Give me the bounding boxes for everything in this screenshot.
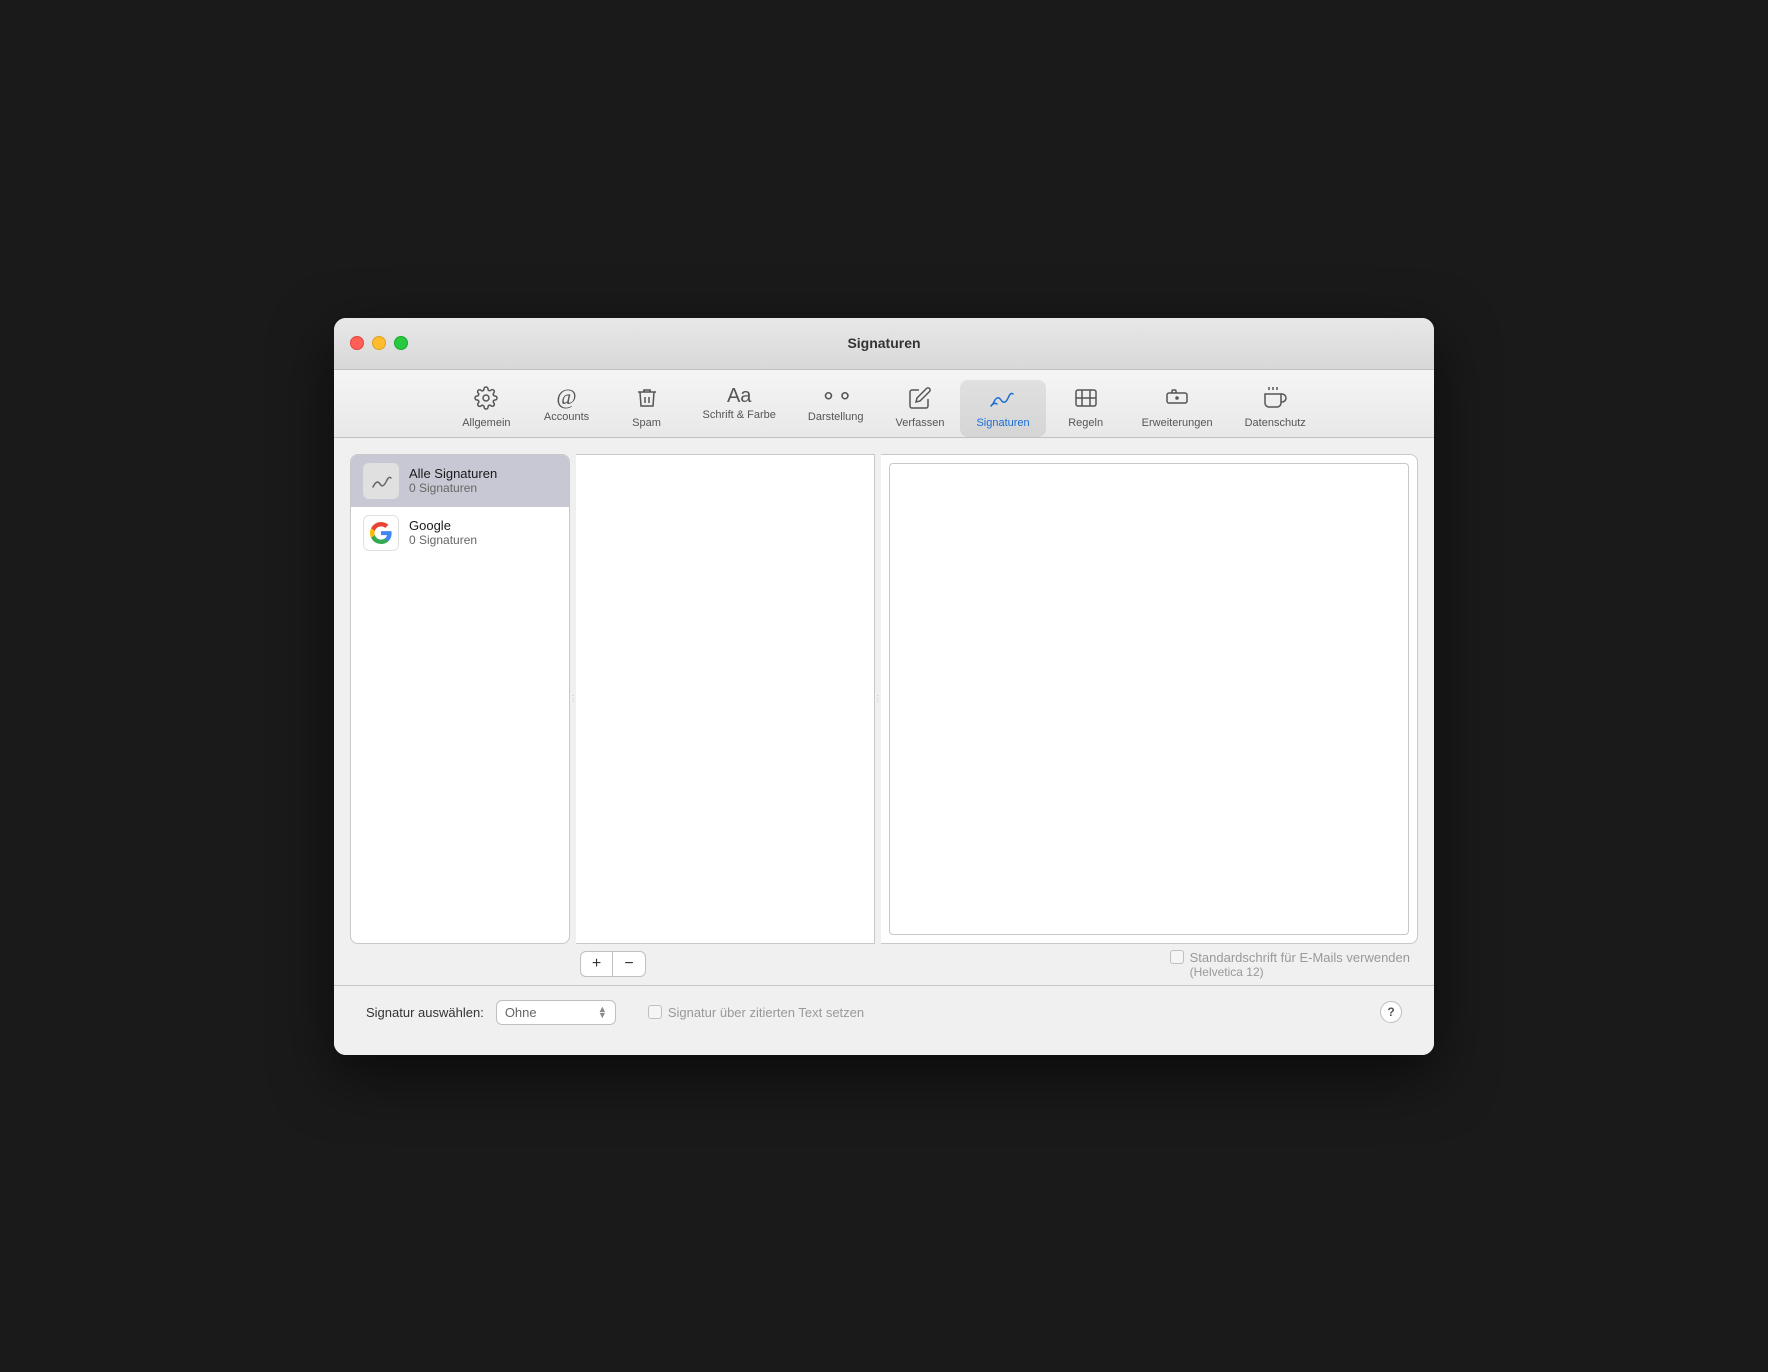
tab-verfassen[interactable]: Verfassen [880, 380, 961, 437]
tab-erweiterungen-label: Erweiterungen [1142, 417, 1213, 429]
font-option-row: Standardschrift für E-Mails verwenden [1170, 950, 1410, 965]
privacy-icon [1263, 386, 1287, 414]
tab-signaturen-label: Signaturen [976, 417, 1029, 429]
gear-icon [474, 386, 498, 414]
signatures-panel [576, 454, 875, 944]
main-window: Signaturen Allgemein @ Accounts [334, 318, 1434, 1055]
accounts-panel: Alle Signaturen 0 Signaturen [350, 454, 570, 944]
quoted-text-checkbox[interactable] [648, 1005, 662, 1019]
toolbar: Allgemein @ Accounts Spam [334, 370, 1434, 438]
maximize-button[interactable] [394, 336, 408, 350]
tab-regeln-label: Regeln [1068, 417, 1103, 429]
tab-erweiterungen[interactable]: Erweiterungen [1126, 380, 1229, 437]
footer-checkbox-row: Signatur über zitierten Text setzen [648, 1005, 864, 1020]
glasses-icon: ⚬⚬ [819, 386, 852, 408]
remove-signature-button[interactable]: − [613, 952, 645, 976]
all-signatures-name: Alle Signaturen [409, 466, 497, 481]
tab-accounts[interactable]: @ Accounts [527, 380, 607, 437]
all-signatures-count: 0 Signaturen [409, 481, 497, 495]
tab-verfassen-label: Verfassen [896, 417, 945, 429]
traffic-lights [350, 336, 408, 350]
font-option: Standardschrift für E-Mails verwenden (H… [1170, 950, 1410, 979]
window-title: Signaturen [847, 335, 920, 351]
quoted-text-label: Signatur über zitierten Text setzen [668, 1005, 864, 1020]
main-content: Alle Signaturen 0 Signaturen [334, 438, 1434, 1055]
tab-signaturen[interactable]: Signaturen [960, 380, 1045, 437]
rules-icon [1074, 386, 1098, 414]
bottom-bar: + − Standardschrift für E-Mails verwende… [350, 944, 1418, 985]
titlebar: Signaturen [334, 318, 1434, 370]
tab-allgemein[interactable]: Allgemein [446, 380, 526, 437]
account-item-all[interactable]: Alle Signaturen 0 Signaturen [351, 455, 569, 507]
divider-handle-2[interactable]: ⋮ [875, 454, 881, 944]
tab-darstellung-label: Darstellung [808, 411, 864, 423]
add-signature-button[interactable]: + [581, 952, 613, 976]
tab-datenschutz[interactable]: Datenschutz [1229, 380, 1322, 437]
panels: Alle Signaturen 0 Signaturen [350, 454, 1418, 944]
compose-icon [908, 386, 932, 414]
help-button[interactable]: ? [1380, 1001, 1402, 1023]
tab-spam[interactable]: Spam [607, 380, 687, 437]
font-checkbox[interactable] [1170, 950, 1184, 964]
tab-darstellung[interactable]: ⚬⚬ Darstellung [792, 380, 880, 437]
spam-icon [635, 386, 659, 414]
tab-datenschutz-label: Datenschutz [1245, 417, 1306, 429]
account-item-google[interactable]: Google 0 Signaturen [351, 507, 569, 559]
tab-schrift-label: Schrift & Farbe [703, 409, 776, 421]
signature-select[interactable]: Ohne ▲ ▼ [496, 1000, 616, 1025]
close-button[interactable] [350, 336, 364, 350]
at-icon: @ [556, 386, 576, 408]
font-icon: Aa [727, 386, 751, 406]
tab-spam-label: Spam [632, 417, 661, 429]
tab-allgemein-label: Allgemein [462, 417, 510, 429]
google-account-count: 0 Signaturen [409, 533, 477, 547]
tab-accounts-label: Accounts [544, 411, 589, 423]
all-signatures-icon [363, 463, 399, 499]
google-account-name: Google [409, 518, 477, 533]
add-remove-buttons: + − [580, 951, 646, 977]
extensions-icon [1165, 386, 1189, 414]
signature-editor[interactable] [889, 463, 1409, 935]
toolbar-items: Allgemein @ Accounts Spam [446, 380, 1322, 437]
all-signatures-info: Alle Signaturen 0 Signaturen [409, 466, 497, 495]
footer: Signatur auswählen: Ohne ▲ ▼ Signatur üb… [350, 986, 1418, 1039]
google-icon [363, 515, 399, 551]
minimize-button[interactable] [372, 336, 386, 350]
tab-schrift[interactable]: Aa Schrift & Farbe [687, 380, 792, 437]
select-arrows-icon: ▲ ▼ [598, 1006, 607, 1019]
signature-select-value: Ohne [505, 1005, 592, 1020]
font-option-label: Standardschrift für E-Mails verwenden [1190, 950, 1410, 965]
tab-regeln[interactable]: Regeln [1046, 380, 1126, 437]
signature-icon [989, 386, 1017, 414]
select-signature-label: Signatur auswählen: [366, 1005, 484, 1020]
editor-panel [881, 454, 1418, 944]
font-option-sublabel: (Helvetica 12) [1190, 965, 1264, 979]
google-account-info: Google 0 Signaturen [409, 518, 477, 547]
